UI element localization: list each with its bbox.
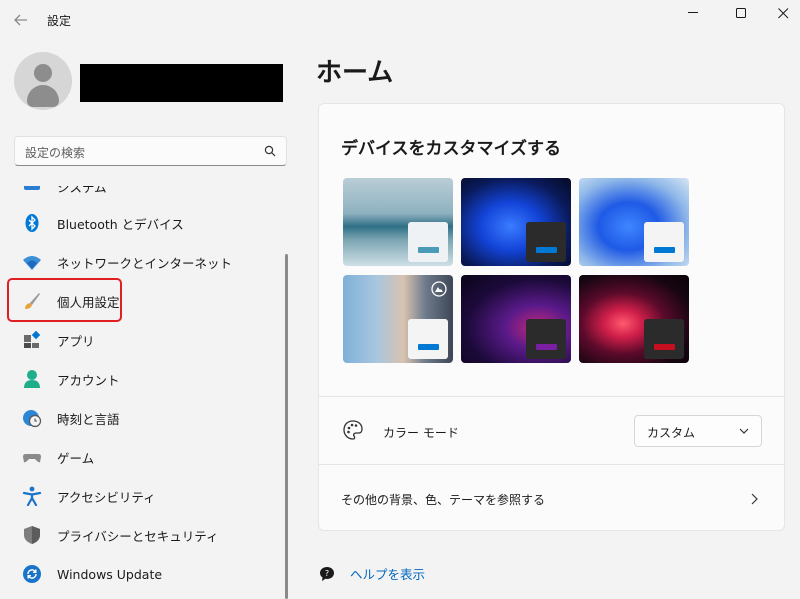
- avatar-head: [34, 64, 52, 82]
- sidebar-item-label: プライバシーとセキュリティ: [57, 528, 219, 544]
- globe-clock-icon: [22, 408, 42, 428]
- sidebar-item-label: ネットワークとインターネット: [57, 255, 233, 271]
- theme-accent-bar: [418, 344, 439, 350]
- sidebar-item-network[interactable]: ネットワークとインターネット: [8, 244, 278, 280]
- search-input[interactable]: 設定の検索: [14, 136, 287, 166]
- theme-flow[interactable]: [579, 275, 689, 363]
- sidebar-item-label: ゲーム: [57, 450, 95, 466]
- spotlight-camera-icon: [431, 281, 447, 297]
- sidebar-item-label: 時刻と言語: [57, 411, 120, 427]
- color-mode-label: カラー モード: [383, 426, 459, 440]
- theme-window-preview: [408, 222, 448, 262]
- browse-themes-label: その他の背景、色、テーマを参照する: [341, 493, 546, 507]
- title-bar: 設定: [0, 0, 800, 40]
- browse-themes-row[interactable]: その他の背景、色、テーマを参照する: [319, 465, 784, 531]
- sidebar-item-label: アカウント: [57, 372, 120, 388]
- help-icon: ?: [320, 566, 334, 581]
- theme-accent-bar: [418, 247, 439, 253]
- search-icon[interactable]: [264, 145, 276, 157]
- maximize-icon[interactable]: [718, 0, 764, 26]
- app-title: 設定: [47, 14, 72, 28]
- chevron-down-icon: [739, 428, 749, 434]
- color-mode-dropdown[interactable]: カスタム: [634, 415, 762, 447]
- sidebar-item-gaming[interactable]: ゲーム: [8, 439, 278, 475]
- sidebar-item-accessibility[interactable]: アクセシビリティ: [8, 478, 278, 514]
- close-icon[interactable]: [760, 0, 800, 26]
- color-mode-value: カスタム: [647, 426, 696, 440]
- help-label: ヘルプを表示: [350, 567, 426, 582]
- theme-accent-bar: [536, 247, 557, 253]
- avatar-body: [27, 85, 59, 107]
- avatar[interactable]: [14, 52, 72, 110]
- card-title: デバイスをカスタマイズする: [341, 139, 561, 159]
- theme-window-preview: [526, 319, 566, 359]
- gamepad-icon: [22, 447, 42, 467]
- apps-highlight-box: [7, 278, 122, 322]
- sidebar-item-windows-update[interactable]: Windows Update: [8, 556, 278, 592]
- sidebar-item-label: Windows Update: [57, 566, 163, 582]
- sidebar-item-label: Bluetooth とデバイス: [57, 216, 184, 232]
- sidebar-item-apps[interactable]: アプリ: [8, 322, 278, 358]
- system-icon: [22, 186, 42, 196]
- sidebar-item-label: アプリ: [57, 333, 95, 349]
- shield-icon: [22, 525, 42, 545]
- sidebar-item-time-language[interactable]: 時刻と言語: [8, 400, 278, 436]
- svg-text:?: ?: [325, 569, 329, 578]
- theme-accent-bar: [536, 344, 557, 350]
- theme-bloom-dark[interactable]: [461, 178, 571, 266]
- page-title: ホーム: [316, 58, 394, 88]
- sidebar-item-privacy[interactable]: プライバシーとセキュリティ: [8, 517, 278, 553]
- sidebar-scrollbar[interactable]: [285, 254, 288, 599]
- search-placeholder: 設定の検索: [25, 146, 86, 160]
- nav-list: システム Bluetooth とデバイス ネットワークとインターネット 個人用設…: [0, 186, 300, 599]
- sidebar-item-label: アクセシビリティ: [57, 489, 156, 505]
- theme-accent-bar: [654, 344, 675, 350]
- account-icon: [22, 369, 42, 389]
- theme-spotlight[interactable]: [343, 275, 453, 363]
- user-name-redacted: [80, 64, 283, 102]
- chevron-right-icon: [751, 493, 758, 505]
- theme-window-preview: [526, 222, 566, 262]
- theme-window-preview: [644, 222, 684, 262]
- apps-icon: [22, 330, 42, 350]
- sidebar-item-label: システム: [57, 186, 107, 195]
- divider: [319, 396, 784, 397]
- palette-icon: [343, 420, 363, 440]
- help-link[interactable]: ? ヘルプを表示: [318, 564, 425, 583]
- theme-lake[interactable]: [343, 178, 453, 266]
- theme-bloom-light[interactable]: [579, 178, 689, 266]
- minimize-icon[interactable]: [670, 0, 716, 26]
- theme-glow[interactable]: [461, 275, 571, 363]
- wifi-icon: [22, 252, 42, 272]
- sidebar-item-bluetooth[interactable]: Bluetooth とデバイス: [8, 205, 278, 241]
- accessibility-icon: [22, 486, 42, 506]
- customize-card: デバイスをカスタマイズする カラー モード カスタム その他の背景、色、テーマを…: [318, 103, 785, 531]
- back-arrow-icon[interactable]: [10, 9, 32, 31]
- theme-window-preview: [408, 319, 448, 359]
- bluetooth-icon: [22, 213, 42, 233]
- theme-accent-bar: [654, 247, 675, 253]
- sidebar-item-system[interactable]: システム: [8, 186, 278, 204]
- sidebar-item-accounts[interactable]: アカウント: [8, 361, 278, 397]
- update-icon: [22, 564, 42, 584]
- theme-window-preview: [644, 319, 684, 359]
